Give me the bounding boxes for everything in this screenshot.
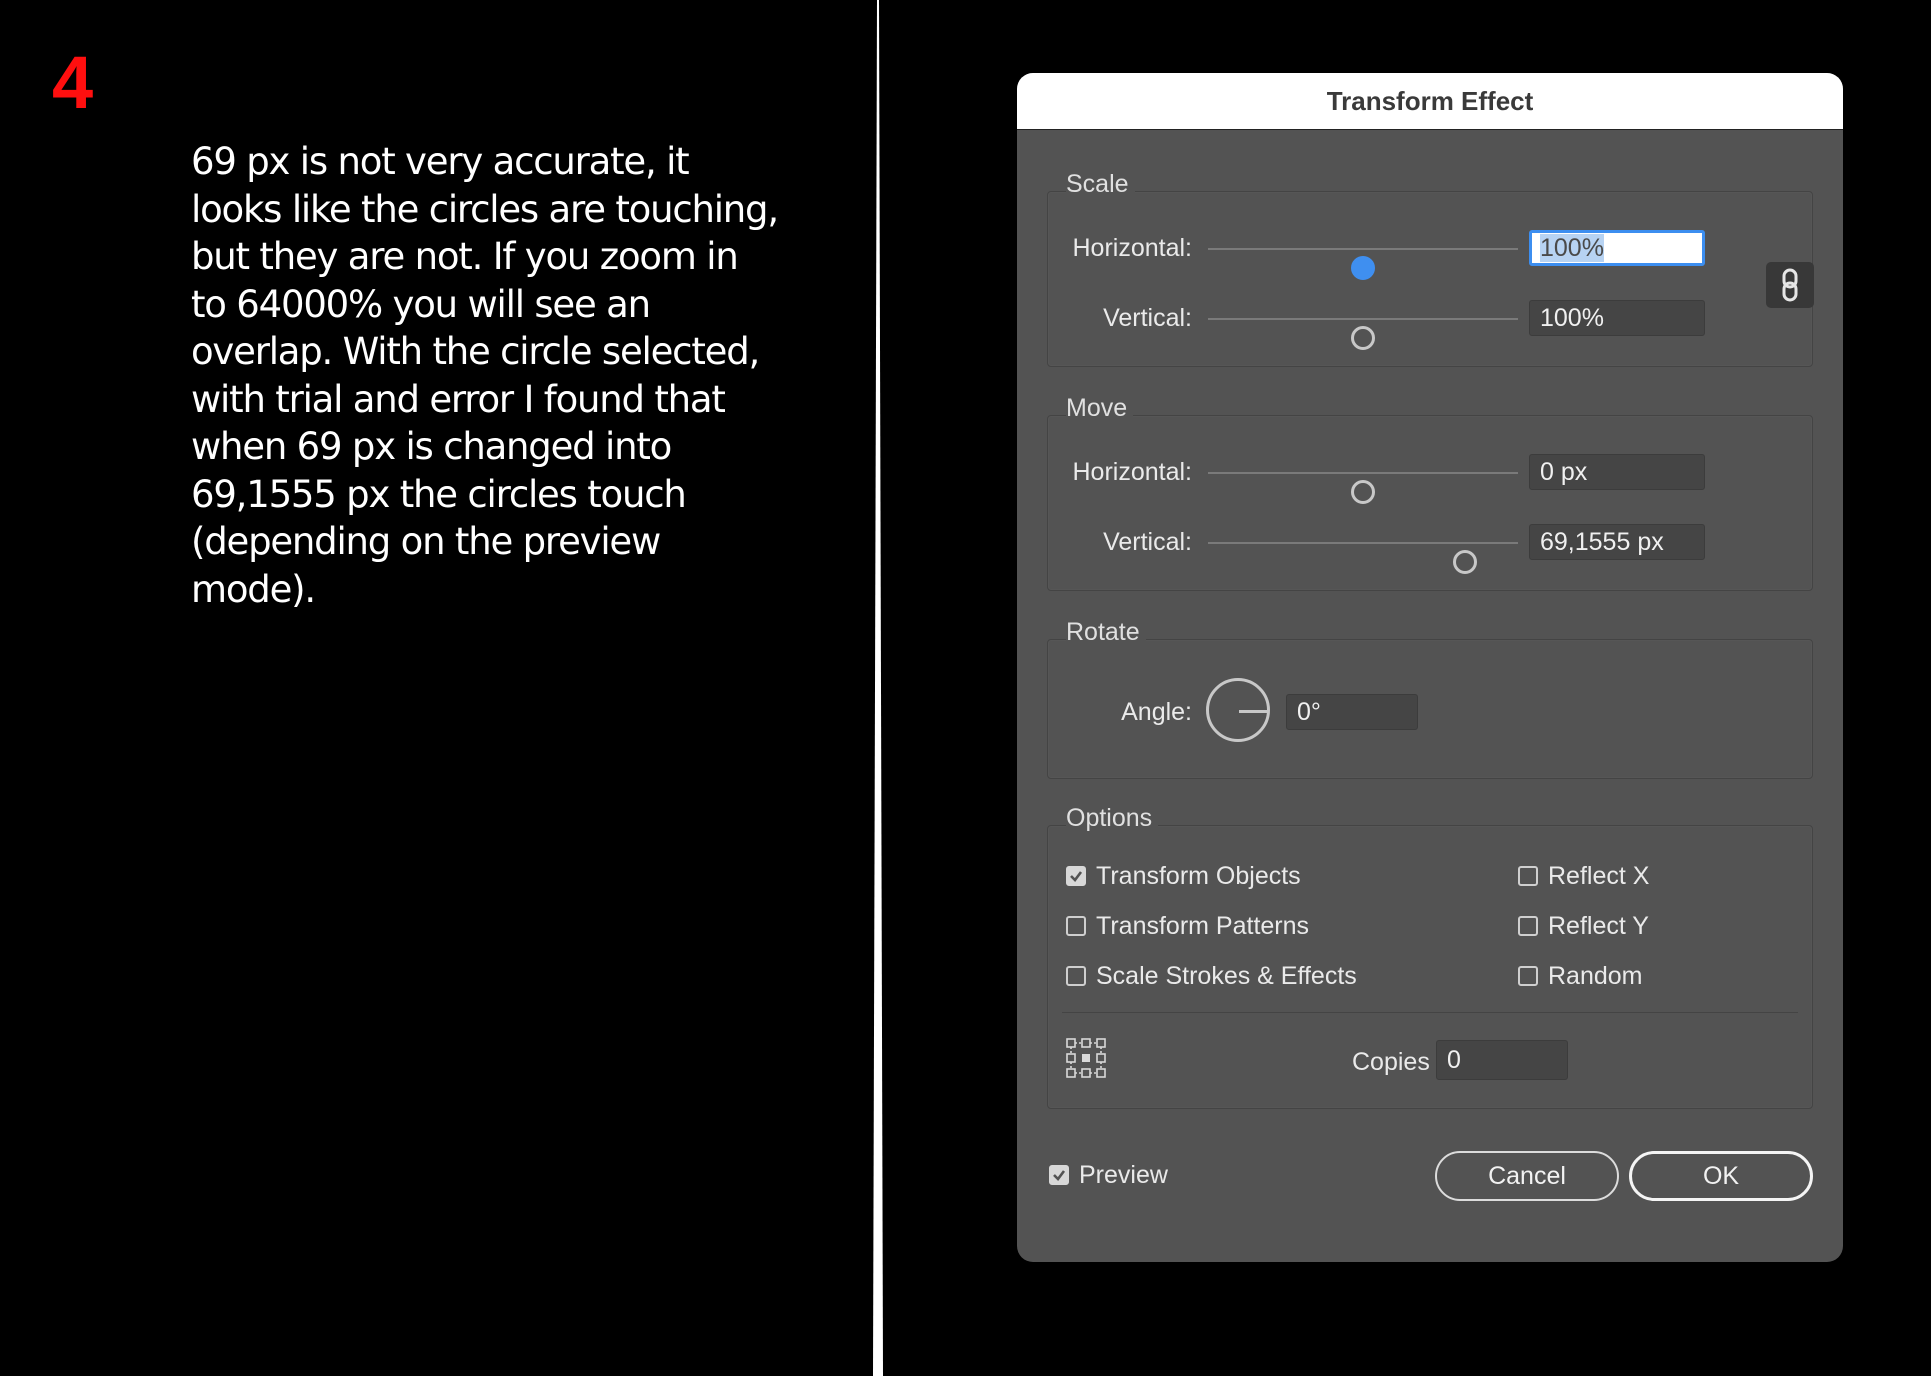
- explanation-line: (depending on the preview: [191, 520, 661, 563]
- rotate-group: Rotate Angle: 0°: [1047, 620, 1813, 779]
- selected-text: 100%: [1540, 234, 1604, 262]
- angle-label: Angle:: [1121, 698, 1192, 726]
- reflect-y-option[interactable]: Reflect Y: [1518, 910, 1649, 942]
- scale-group: Scale Horizontal: 100% Vertical: 100%: [1047, 172, 1814, 367]
- reflect-y-checkbox[interactable]: [1518, 916, 1538, 936]
- options-separator: [1062, 1012, 1798, 1013]
- move-vertical-label: Vertical:: [1103, 528, 1192, 556]
- move-vertical-row: Vertical: 69,1555 px: [1048, 522, 1812, 574]
- move-horizontal-row: Horizontal: 0 px: [1048, 452, 1812, 504]
- transform-patterns-label: Transform Patterns: [1096, 911, 1310, 940]
- move-vertical-input[interactable]: 69,1555 px: [1529, 524, 1705, 560]
- slider-thumb[interactable]: [1351, 256, 1375, 280]
- reflect-x-label: Reflect X: [1548, 861, 1650, 890]
- reflect-y-label: Reflect Y: [1548, 911, 1649, 940]
- slider-thumb[interactable]: [1351, 326, 1375, 350]
- move-group: Move Horizontal: 0 px Vertical: 69,1555 …: [1047, 396, 1813, 591]
- options-group: Options Transform Objects Transform Patt…: [1047, 806, 1813, 1109]
- step-number: 4: [52, 41, 94, 124]
- scale-strokes-effects-checkbox[interactable]: [1066, 966, 1086, 986]
- checkmark-icon: [1053, 1170, 1066, 1181]
- reference-point-grid-icon[interactable]: [1066, 1038, 1106, 1078]
- explanation-line: 69,1555 px the circles touch: [191, 472, 687, 516]
- scale-strokes-effects-label: Scale Strokes & Effects: [1096, 961, 1357, 990]
- scale-horizontal-slider[interactable]: [1208, 248, 1518, 280]
- explanation-line: to 64000% you will see an: [191, 282, 651, 326]
- random-checkbox[interactable]: [1518, 966, 1538, 986]
- rotate-group-label: Rotate: [1066, 620, 1146, 645]
- move-group-label: Move: [1066, 396, 1134, 421]
- cancel-button[interactable]: Cancel: [1435, 1151, 1619, 1201]
- options-group-label: Options: [1066, 806, 1159, 831]
- explanation-line: when 69 px is changed into: [191, 425, 672, 468]
- move-horizontal-input[interactable]: 0 px: [1529, 454, 1705, 490]
- divider-line: [873, 0, 883, 1376]
- explanation-line: mode).: [191, 567, 316, 611]
- constrain-proportions-button[interactable]: [1766, 262, 1814, 308]
- scale-vertical-slider[interactable]: [1208, 318, 1518, 350]
- scale-horizontal-row: Horizontal: 100%: [1048, 228, 1812, 280]
- reflect-x-checkbox[interactable]: [1518, 866, 1538, 886]
- reflect-x-option[interactable]: Reflect X: [1518, 860, 1649, 892]
- copies-input[interactable]: 0: [1436, 1040, 1568, 1080]
- transform-objects-checkbox[interactable]: [1066, 866, 1086, 886]
- dialog-title: Transform Effect: [1326, 85, 1534, 116]
- transform-patterns-checkbox[interactable]: [1066, 916, 1086, 936]
- move-vertical-slider[interactable]: [1208, 542, 1518, 574]
- angle-dial[interactable]: [1206, 678, 1270, 742]
- preview-label: Preview: [1079, 1160, 1168, 1189]
- link-icon: [1782, 268, 1798, 302]
- copies-label: Copies: [1352, 1048, 1430, 1076]
- move-horizontal-label: Horizontal:: [1072, 458, 1193, 486]
- angle-dial-needle: [1239, 710, 1267, 713]
- scale-strokes-effects-option[interactable]: Scale Strokes & Effects: [1066, 960, 1357, 992]
- transform-objects-label: Transform Objects: [1096, 861, 1301, 890]
- explanation-line: but they are not. If you zoom in: [191, 235, 739, 278]
- explanation-line: looks like the circles are touching,: [191, 187, 779, 231]
- move-horizontal-slider[interactable]: [1208, 472, 1518, 504]
- slider-thumb[interactable]: [1453, 550, 1478, 574]
- checkmark-icon: [1070, 871, 1083, 882]
- scale-horizontal-input[interactable]: 100%: [1529, 230, 1705, 266]
- scale-vertical-input[interactable]: 100%: [1529, 300, 1705, 336]
- random-option[interactable]: Random: [1518, 960, 1643, 992]
- transform-objects-option[interactable]: Transform Objects: [1066, 860, 1301, 892]
- dialog-titlebar: Transform Effect: [1017, 73, 1843, 130]
- explanation-line: with trial and error I found that: [191, 377, 726, 421]
- transform-patterns-option[interactable]: Transform Patterns: [1066, 910, 1309, 942]
- scale-vertical-label: Vertical:: [1103, 304, 1192, 332]
- slider-thumb[interactable]: [1351, 480, 1375, 504]
- transform-effect-dialog: Transform Effect Scale Horizontal: 100% …: [1017, 73, 1843, 1262]
- scale-vertical-row: Vertical: 100%: [1048, 298, 1812, 350]
- preview-option[interactable]: Preview: [1049, 1159, 1168, 1191]
- scale-group-label: Scale: [1066, 172, 1135, 197]
- explanation-text: 69 px is not very accurate, it looks lik…: [191, 138, 779, 613]
- explanation-line: overlap. With the circle selected,: [191, 330, 760, 373]
- ok-button[interactable]: OK: [1629, 1151, 1813, 1201]
- explanation-line: 69 px is not very accurate, it: [191, 140, 690, 183]
- random-label: Random: [1548, 961, 1643, 990]
- preview-checkbox[interactable]: [1049, 1165, 1069, 1185]
- angle-input[interactable]: 0°: [1286, 694, 1418, 730]
- scale-horizontal-label: Horizontal:: [1072, 234, 1193, 262]
